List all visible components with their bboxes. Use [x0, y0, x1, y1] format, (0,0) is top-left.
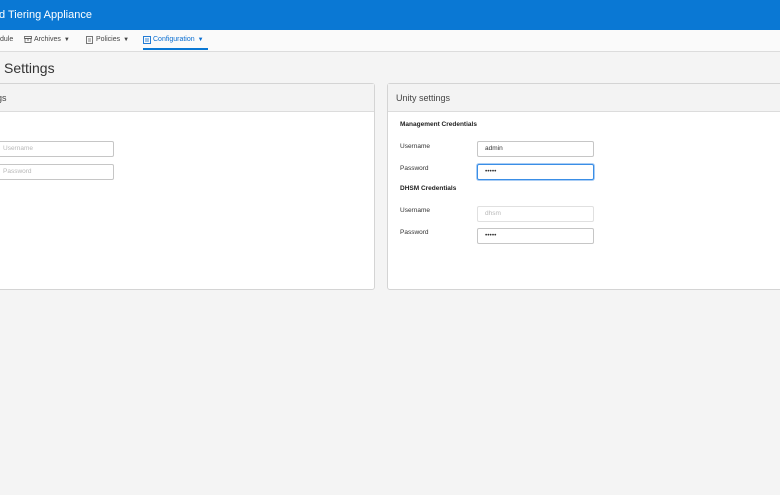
dhsm-username-input[interactable]: dhsm — [477, 206, 594, 222]
nav-item-archives[interactable]: Archives ▼ — [24, 36, 70, 43]
nav-item-label: dule — [0, 36, 14, 43]
card-title: gs — [0, 93, 7, 103]
management-password-label: Password — [400, 165, 429, 172]
nav-item-label: Policies — [96, 36, 121, 43]
app-header: d Tiering Appliance — [0, 0, 780, 30]
nav-item-label: Configuration — [153, 36, 195, 43]
dhsm-password-input[interactable]: ••••• — [477, 228, 594, 244]
active-tab-indicator — [143, 48, 208, 50]
management-username-label: Username — [400, 143, 430, 150]
dhsm-credentials-heading: DHSM Credentials — [400, 185, 457, 192]
management-username-input[interactable]: admin — [477, 141, 594, 157]
configuration-icon — [143, 36, 151, 44]
dhsm-username-label: Username — [400, 207, 430, 214]
chevron-down-icon: ▼ — [197, 36, 204, 43]
card-title: Unity settings — [396, 93, 451, 103]
policy-document-icon — [86, 36, 93, 44]
card-header: gs — [0, 84, 374, 112]
unity-settings-card: Unity settings Management Credentials Us… — [387, 83, 780, 290]
username-input[interactable]: Username — [0, 141, 114, 157]
card-header: Unity settings — [388, 84, 780, 112]
app-title: d Tiering Appliance — [0, 9, 92, 21]
main-nav: dule Archives ▼ Policies ▼ Configuration… — [0, 30, 780, 52]
management-password-input[interactable]: ••••• — [477, 164, 594, 180]
management-credentials-heading: Management Credentials — [400, 121, 477, 128]
chevron-down-icon: ▼ — [123, 36, 130, 43]
settings-card-left: gs Username Password — [0, 83, 375, 290]
chevron-down-icon: ▼ — [63, 36, 70, 43]
dhsm-password-label: Password — [400, 229, 429, 236]
nav-item-configuration[interactable]: Configuration ▼ — [143, 36, 204, 44]
nav-item-schedule[interactable]: dule — [0, 36, 13, 43]
nav-item-policies[interactable]: Policies ▼ — [86, 36, 130, 44]
nav-item-label: Archives — [34, 36, 61, 43]
password-input[interactable]: Password — [0, 164, 114, 180]
page-title: Settings — [4, 60, 55, 76]
archive-icon — [24, 36, 32, 43]
